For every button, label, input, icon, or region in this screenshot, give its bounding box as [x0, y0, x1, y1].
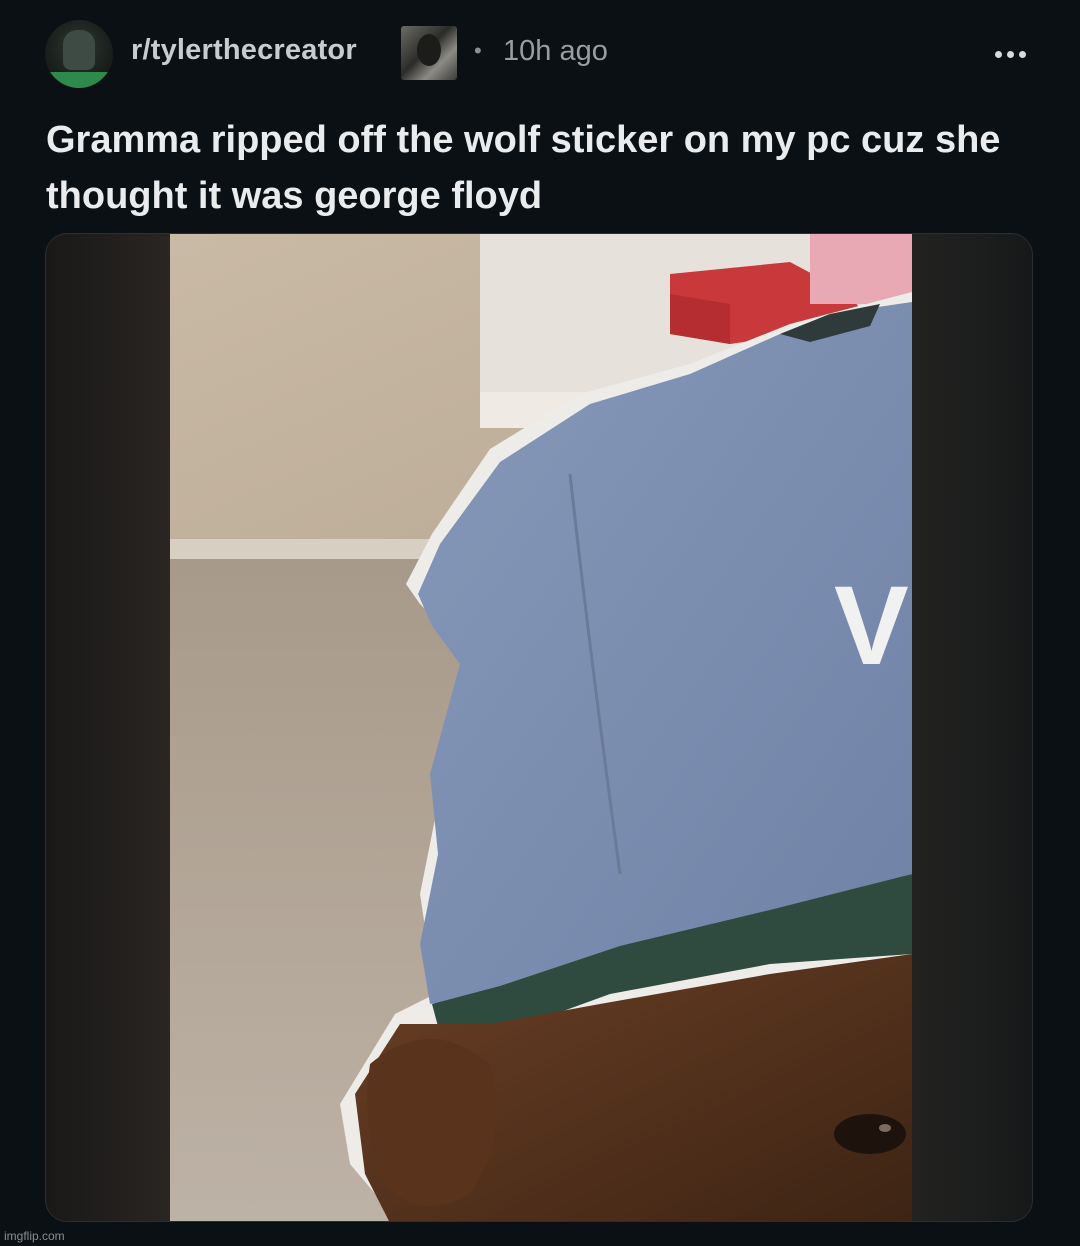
post-photo: V	[170, 234, 912, 1221]
user-avatar-face	[417, 34, 441, 66]
post-title[interactable]: Gramma ripped off the wolf sticker on my…	[46, 112, 1046, 224]
media-blur-left	[46, 234, 170, 1221]
post-time: 10h ago	[503, 35, 608, 67]
post-page: r/tylerthecreator • 10h ago Gramma rippe…	[0, 0, 1080, 1246]
media-blur-right	[910, 234, 1032, 1221]
avatar-ground	[45, 72, 113, 88]
more-dot	[1018, 50, 1026, 58]
meta-separator: •	[474, 38, 482, 63]
more-dot	[1006, 50, 1014, 58]
more-horizontal-icon	[994, 50, 1002, 58]
post-header: r/tylerthecreator • 10h ago	[0, 0, 1080, 108]
eye-highlight	[879, 1124, 891, 1132]
subreddit-avatar[interactable]	[45, 20, 113, 88]
pink-items	[810, 234, 912, 304]
cap-letter: V	[834, 563, 909, 688]
subreddit-name[interactable]: r/tylerthecreator	[131, 34, 357, 67]
user-avatar[interactable]	[401, 26, 457, 80]
eye	[834, 1114, 906, 1154]
imgflip-watermark: imgflip.com	[4, 1229, 65, 1243]
more-options-button[interactable]	[984, 34, 1036, 74]
post-media[interactable]: V	[45, 233, 1033, 1222]
ear	[367, 1039, 497, 1207]
photo-illustration: V	[170, 234, 912, 1221]
avatar-figure	[63, 30, 95, 70]
